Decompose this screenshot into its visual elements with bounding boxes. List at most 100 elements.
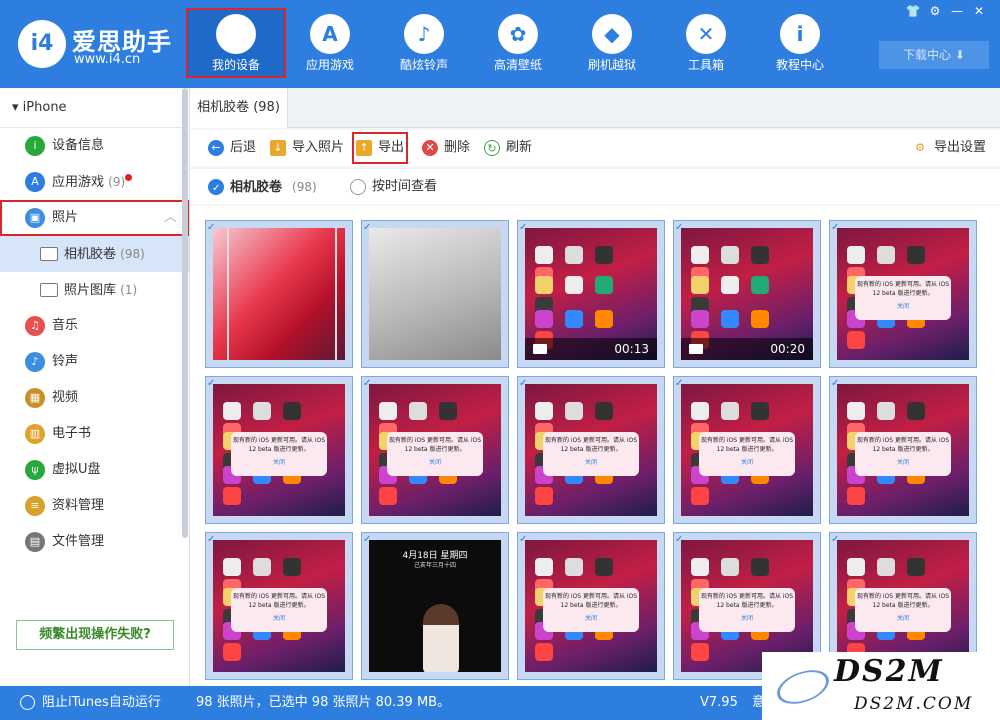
by-time-radio[interactable]: 按时间查看 <box>350 177 437 197</box>
photo-thumbnail[interactable]: 现有新的 iOS 更新可用。请从 iOS 12 beta 版进行更新。 关闭 ✓ <box>829 220 977 368</box>
tab-camera-roll[interactable]: 相机胶卷 (98) <box>190 88 288 128</box>
sidebar-item-11[interactable]: ▤ 文件管理 <box>0 524 189 560</box>
help-button[interactable]: 频繁出现操作失败? <box>16 620 174 650</box>
delete-label: 删除 <box>444 140 471 155</box>
update-alert: 现有新的 iOS 更新可用。请从 iOS 12 beta 版进行更新。关闭 <box>855 276 951 320</box>
watermark-url: DS2M.COM <box>854 694 974 714</box>
window-controls: 👕 ⚙ — ✕ <box>902 4 990 20</box>
app-icons-row <box>691 246 803 285</box>
nav-item-6[interactable]: i 教程中心 <box>752 10 848 76</box>
photo-thumbnail[interactable]: 现有新的 iOS 更新可用。请从 iOS 12 beta 版进行更新。 关闭 ✓ <box>673 376 821 524</box>
photo-thumbnail[interactable]: 现有新的 iOS 更新可用。请从 iOS 12 beta 版进行更新。 关闭 ✓ <box>361 376 509 524</box>
sidebar-item-3[interactable]: 相机胶卷 (98) <box>0 236 189 272</box>
camera-roll-radio[interactable]: 相机胶卷 (98) <box>208 177 317 199</box>
usb-icon: ψ <box>25 460 45 480</box>
photo-thumbnail[interactable]: 现有新的 iOS 更新可用。请从 iOS 12 beta 版进行更新。 关闭 ✓ <box>829 376 977 524</box>
sidebar-list: i 设备信息 A 应用游戏 (9) ▣ 照片 ︿ 相机胶卷 (98) 照片图库 (1) ♫ 音乐 ♪ 铃… <box>0 128 189 560</box>
alert-close-text: 关闭 <box>272 459 285 466</box>
photo-thumbnail[interactable]: ✓ <box>205 220 353 368</box>
radio-checked-icon <box>208 179 224 199</box>
alert-text: 现有新的 iOS 更新可用。请从 iOS 12 beta 版进行更新。 <box>856 437 950 453</box>
nav-item-5[interactable]: ✕ 工具箱 <box>658 10 754 76</box>
sidebar-item-label: 电子书 <box>52 426 92 441</box>
back-button[interactable]: ← 后退 <box>208 136 256 160</box>
photo-thumbnail[interactable]: 现有新的 iOS 更新可用。请从 iOS 12 beta 版进行更新。 关闭 ✓ <box>205 376 353 524</box>
block-itunes-toggle[interactable]: 阻止iTunes自动运行 <box>20 686 161 720</box>
app-icons-row <box>535 276 647 315</box>
refresh-label: 刷新 <box>506 140 533 155</box>
camera-roll-count: (98) <box>292 180 317 194</box>
video-bar: 00:13 <box>525 338 657 360</box>
export-button[interactable]: ↑ 导出 <box>351 132 409 164</box>
alert-text: 现有新的 iOS 更新可用。请从 iOS 12 beta 版进行更新。 <box>232 593 326 609</box>
update-alert: 现有新的 iOS 更新可用。请从 iOS 12 beta 版进行更新。 关闭 <box>699 432 795 476</box>
alert-text: 现有新的 iOS 更新可用。请从 iOS 12 beta 版进行更新。 <box>856 281 950 297</box>
sidebar-scrollbar[interactable] <box>182 88 188 538</box>
refresh-icon: ↻ <box>484 140 500 156</box>
update-alert: 现有新的 iOS 更新可用。请从 iOS 12 beta 版进行更新。关闭 <box>855 432 951 476</box>
appstore-icon: A <box>310 14 350 54</box>
device-selector[interactable]: ▾ iPhone <box>0 88 189 128</box>
selected-check-icon: ✓ <box>675 378 684 389</box>
photo-thumbnail[interactable]: 00:13 ✓ <box>517 220 665 368</box>
photo-thumbnail[interactable]: 现有新的 iOS 更新可用。请从 iOS 12 beta 版进行更新。 关闭 ✓ <box>517 376 665 524</box>
sidebar-item-9[interactable]: ψ 虚拟U盘 <box>0 452 189 488</box>
delete-button[interactable]: ✕ 删除 <box>422 136 470 160</box>
download-center-button[interactable]: 下载中心 ⬇ <box>879 41 989 69</box>
app-icons-row <box>223 558 335 597</box>
watermark-title: DS2M <box>834 654 944 689</box>
sidebar-item-8[interactable]: ▥ 电子书 <box>0 416 189 452</box>
caret-down-icon: ▾ <box>12 100 19 115</box>
settings-icon[interactable]: ⚙ <box>924 4 946 18</box>
close-icon[interactable]: ✕ <box>968 4 990 18</box>
sidebar-item-label: 相机胶卷 <box>64 247 117 262</box>
refresh-button[interactable]: ↻ 刷新 <box>484 136 532 160</box>
alert-text: 现有新的 iOS 更新可用。请从 iOS 12 beta 版进行更新。 <box>388 437 482 453</box>
alert-close-text: 关闭 <box>896 303 909 310</box>
import-photos-button[interactable]: ↓ 导入照片 <box>270 136 344 160</box>
minimize-icon[interactable]: — <box>946 4 968 18</box>
video-camera-icon <box>533 344 547 354</box>
nav-item-3[interactable]: ✿ 高清壁纸 <box>470 10 566 76</box>
nav-item-1[interactable]: A 应用游戏 <box>282 10 378 76</box>
sidebar-item-0[interactable]: i 设备信息 <box>0 128 189 164</box>
app-icons-row <box>535 310 647 349</box>
tools-icon: ✕ <box>686 14 726 54</box>
sidebar-item-label: 应用游戏 <box>52 175 105 190</box>
photo-thumbnail[interactable]: 现有新的 iOS 更新可用。请从 iOS 12 beta 版进行更新。 关闭 ✓ <box>517 532 665 680</box>
nav-item-0[interactable]: 我的设备 <box>186 8 286 78</box>
apple-icon <box>216 14 256 54</box>
export-settings-button[interactable]: ⚙ 导出设置 <box>912 136 986 160</box>
sidebar-item-5[interactable]: ♫ 音乐 <box>0 308 189 344</box>
update-alert: 现有新的 iOS 更新可用。请从 iOS 12 beta 版进行更新。 关闭 <box>387 432 483 476</box>
sidebar-item-6[interactable]: ♪ 铃声 <box>0 344 189 380</box>
appstore-icon: A <box>25 172 45 192</box>
alert-close-text: 关闭 <box>896 459 909 466</box>
nav-label: 我的设备 <box>211 58 260 72</box>
export-label: 导出 <box>378 140 405 155</box>
app-icons-row <box>535 402 647 441</box>
photo-image: 现有新的 iOS 更新可用。请从 iOS 12 beta 版进行更新。 关闭 <box>525 384 657 516</box>
photo-icon: ▣ <box>25 208 45 228</box>
nav-item-2[interactable]: ♪ 酷炫铃声 <box>376 10 472 76</box>
sidebar-item-2[interactable]: ▣ 照片 ︿ <box>0 200 189 236</box>
photo-thumbnail[interactable]: 现有新的 iOS 更新可用。请从 iOS 12 beta 版进行更新。 关闭 ✓ <box>205 532 353 680</box>
photo-thumbnail[interactable]: 4月18日 星期四 己亥年三月十四 ✓ <box>361 532 509 680</box>
sidebar-item-1[interactable]: A 应用游戏 (9) <box>0 164 189 200</box>
sidebar-item-10[interactable]: ≡ 资料管理 <box>0 488 189 524</box>
photo-thumbnail[interactable]: 00:20 ✓ <box>673 220 821 368</box>
sidebar-item-4[interactable]: 照片图库 (1) <box>0 272 189 308</box>
app-icons-row <box>535 246 647 285</box>
photo-thumbnail[interactable]: ✓ <box>361 220 509 368</box>
alert-text: 现有新的 iOS 更新可用。请从 iOS 12 beta 版进行更新。 <box>700 437 794 453</box>
photo-image: 现有新的 iOS 更新可用。请从 iOS 12 beta 版进行更新。 关闭 <box>525 540 657 672</box>
selected-check-icon: ✓ <box>675 534 684 545</box>
radio-unchecked-icon <box>350 179 366 195</box>
nav-label: 酷炫铃声 <box>399 58 448 72</box>
sidebar-item-count: (1) <box>120 283 138 297</box>
sidebar-item-7[interactable]: ▦ 视频 <box>0 380 189 416</box>
sidebar-item-label: 文件管理 <box>52 534 105 549</box>
skin-icon[interactable]: 👕 <box>902 4 924 18</box>
selected-check-icon: ✓ <box>363 534 372 545</box>
nav-item-4[interactable]: ◆ 刷机越狱 <box>564 10 660 76</box>
